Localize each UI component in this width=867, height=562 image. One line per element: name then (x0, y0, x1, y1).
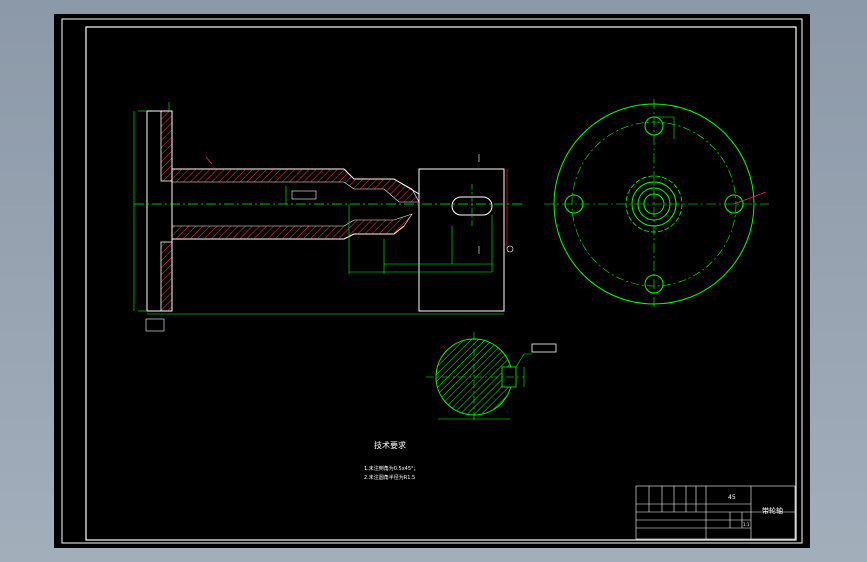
tolerance-frame-section (531, 343, 557, 353)
tech-req-title: 技术要求 (374, 440, 406, 450)
flange-section-bottom (160, 241, 173, 312)
part-name: 带轮轴 (762, 506, 783, 515)
tech-req-line-1: 1.未注倒角为0.5x45°； (364, 465, 419, 472)
tolerance-frame-front (291, 190, 317, 200)
inner-frame (85, 26, 797, 541)
technical-requirements: 技术要求 1.未注倒角为0.5x45°； 2.未注圆角半径为R1.5 (364, 440, 419, 481)
dim-hole-offset (654, 116, 675, 139)
leader-keyway (515, 353, 532, 368)
drawing-sheet: 技术要求 1.未注倒角为0.5x45°； 2.未注圆角半径为R1.5 45 带轮… (54, 14, 810, 548)
wall-section-top (171, 168, 420, 203)
flange-side-view (544, 99, 769, 309)
material-label: 45 (728, 494, 736, 501)
wall-section-bottom (171, 213, 413, 240)
title-block: 45 带轮轴 1:1 (635, 485, 796, 540)
flange-section-top (160, 110, 173, 182)
section-view (426, 332, 557, 422)
front-view-dimensions (133, 102, 514, 332)
tech-req-line-2: 2.未注圆角半径为R1.5 (364, 474, 415, 481)
tolerance-frame-flange (145, 318, 165, 332)
scale-value: 1:1 (743, 522, 750, 527)
roughness-mark (205, 156, 213, 165)
cad-drawing: 技术要求 1.未注倒角为0.5x45°； 2.未注圆角半径为R1.5 45 带轮… (61, 18, 803, 544)
shaft-solid-end (418, 168, 505, 312)
outer-frame (61, 18, 803, 544)
datum-symbol (506, 245, 514, 253)
leader-hole (733, 191, 767, 205)
shaft-front-view (134, 110, 524, 312)
